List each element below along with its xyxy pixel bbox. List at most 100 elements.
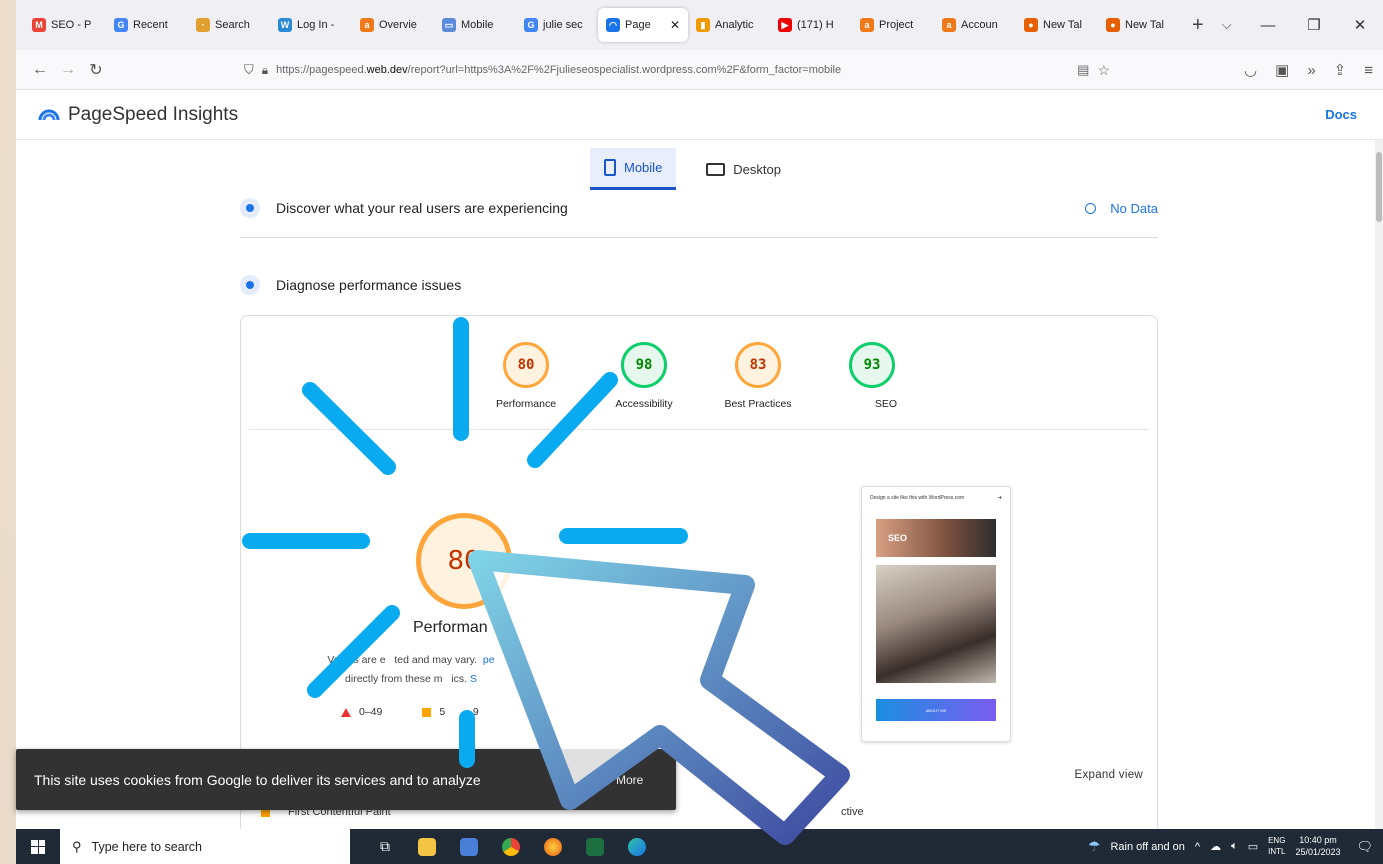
phone-hero-image: SEO xyxy=(876,519,996,557)
tab-label: Page xyxy=(625,19,651,31)
firefox-icon[interactable] xyxy=(532,829,574,864)
app-title: PageSpeed Insights xyxy=(68,103,239,125)
score-gauge-performance[interactable]: 80 Performance xyxy=(496,342,556,412)
close-window-icon[interactable]: ✕ xyxy=(1337,16,1383,34)
scrollbar-thumb[interactable] xyxy=(1376,152,1382,222)
cookie-text: This site uses cookies from Google to de… xyxy=(34,771,481,788)
tab-favicon-icon: ▶ xyxy=(778,18,792,32)
edge-icon[interactable] xyxy=(616,829,658,864)
forward-arrow-icon[interactable]: → xyxy=(54,61,82,79)
weather-text[interactable]: Rain off and on xyxy=(1110,841,1184,853)
tab-close-icon[interactable]: ✕ xyxy=(670,18,680,32)
url-text: https://pagespeed.web.dev/report?url=htt… xyxy=(276,64,842,76)
legend-fail: 0–49 xyxy=(341,706,382,718)
tray-chevron-icon[interactable]: ^ xyxy=(1195,841,1200,853)
reload-icon[interactable]: ↻ xyxy=(82,60,110,80)
score-label: Best Practices xyxy=(724,398,792,410)
score-gauge-seo[interactable]: 93 SEO xyxy=(847,342,897,412)
tab-favicon-icon: G xyxy=(524,18,538,32)
psi-header: PageSpeed Insights Docs xyxy=(16,90,1383,140)
tab-mobile[interactable]: Mobile xyxy=(590,148,677,190)
browser-tab[interactable]: ◠ Page ✕ xyxy=(598,8,688,42)
browser-tab[interactable]: ▶ (171) H xyxy=(770,8,852,42)
extension-icon[interactable]: ▣ xyxy=(1275,61,1289,79)
maximize-icon[interactable]: ❐ xyxy=(1291,16,1337,34)
clock[interactable]: 10:40 pm 25/01/2023 xyxy=(1295,835,1340,858)
expand-view-link[interactable]: Expand view xyxy=(1074,769,1143,781)
browser-tab[interactable]: M SEO - P xyxy=(24,8,106,42)
tab-favicon-icon: W xyxy=(278,18,292,32)
browser-tab[interactable]: ● New Tal xyxy=(1098,8,1180,42)
main-performance-gauge: 80 xyxy=(416,513,512,609)
reader-mode-icon[interactable]: ▤ xyxy=(1077,62,1089,78)
taskbar-search[interactable]: ⚲ Type here to search xyxy=(60,829,350,864)
tab-strip: M SEO - P G Recent · Search W Log In - a Overvie ▭… xyxy=(16,0,1383,50)
pocket-icon[interactable]: ◡ xyxy=(1244,61,1257,79)
cookie-more-link[interactable]: More xyxy=(616,773,643,787)
tab-favicon-icon: ◠ xyxy=(606,18,620,32)
excel-icon[interactable] xyxy=(574,829,616,864)
notifications-icon[interactable]: 🗨︎ xyxy=(1356,839,1373,855)
score-value: 83 xyxy=(735,342,781,388)
device-tabs: Mobile Desktop xyxy=(590,148,795,190)
score-label: Accessibility xyxy=(615,398,673,410)
browser-tab[interactable]: G Recent xyxy=(106,8,188,42)
tab-label: Project xyxy=(879,19,914,31)
browser-tab[interactable]: W Log In - xyxy=(270,8,352,42)
diagnose-section: Diagnose performance issues xyxy=(240,275,1158,295)
menu-icon[interactable]: ≡ xyxy=(1364,62,1373,79)
notes-app-icon[interactable] xyxy=(448,829,490,864)
docs-link[interactable]: Docs xyxy=(1325,107,1357,122)
tab-favicon-icon: ▭ xyxy=(442,18,456,32)
score-gauge-accessibility[interactable]: 98 Accessibility xyxy=(615,342,673,412)
monitor-icon xyxy=(706,162,726,176)
no-data-indicator[interactable]: No Data xyxy=(1085,201,1158,216)
score-value: 80 xyxy=(503,342,549,388)
profile-photo xyxy=(876,565,996,683)
minimize-icon[interactable]: — xyxy=(1245,17,1291,34)
scrollbar[interactable] xyxy=(1375,140,1383,830)
shield-icon: ⛉ xyxy=(244,62,254,77)
browser-tab[interactable]: · Search xyxy=(188,8,270,42)
taskbar-apps: ⧉ xyxy=(364,829,658,864)
tab-list-chevron-icon[interactable]: ⌵ xyxy=(1216,17,1238,33)
note-link[interactable]: pe xyxy=(483,654,495,666)
address-bar[interactable]: ⛉ 🔒︎ https://pagespeed.web.dev/report?ur… xyxy=(236,55,1116,85)
tab-favicon-icon: G xyxy=(114,18,128,32)
file-explorer-icon[interactable] xyxy=(406,829,448,864)
network-icon[interactable]: ▭ xyxy=(1248,840,1258,853)
system-tray: ☂ Rain off and on ^ ☁ 🔈︎ ▭ ENG INTL 10:40… xyxy=(1088,829,1383,864)
browser-tab[interactable]: a Overvie xyxy=(352,8,434,42)
tab-label: Mobile xyxy=(461,19,494,31)
lock-icon: 🔒︎ xyxy=(261,62,269,77)
browser-tab[interactable]: a Project xyxy=(852,8,934,42)
browser-tab[interactable]: ▮ Analytic xyxy=(688,8,770,42)
score-value: 98 xyxy=(621,342,667,388)
start-button[interactable] xyxy=(16,839,60,854)
tab-label: Search xyxy=(215,19,250,31)
browser-tab[interactable]: ● New Tal xyxy=(1016,8,1098,42)
section-divider xyxy=(240,237,1158,238)
users-icon xyxy=(240,198,260,218)
toolbar-right: ◡ ▣ » ⇪ ≡ xyxy=(1244,50,1373,90)
page-screenshot-thumbnail: Design a site like this with WordPress.c… xyxy=(861,486,1011,742)
language-indicator[interactable]: ENG INTL xyxy=(1268,836,1285,857)
score-gauge-best-practices[interactable]: 83 Best Practices xyxy=(724,342,792,412)
overflow-chevron-icon[interactable]: » xyxy=(1307,62,1315,79)
values-note: Values are e ted and may vary. pe direct… xyxy=(327,654,495,685)
browser-tab[interactable]: ▭ Mobile xyxy=(434,8,516,42)
metric-right-label: ctive xyxy=(841,806,864,818)
browser-tab[interactable]: Gjulie sec xyxy=(516,8,598,42)
back-arrow-icon[interactable]: ← xyxy=(26,61,54,79)
tab-mobile-label: Mobile xyxy=(624,160,663,175)
volume-icon[interactable]: 🔈︎ xyxy=(1231,840,1238,853)
cloud-icon[interactable]: ☁ xyxy=(1210,840,1221,853)
browser-tab[interactable]: a Accoun xyxy=(934,8,1016,42)
note-link-2[interactable]: S xyxy=(470,673,477,685)
share-icon[interactable]: ⇪ xyxy=(1334,61,1347,79)
chrome-icon[interactable] xyxy=(490,829,532,864)
task-view-icon[interactable]: ⧉ xyxy=(364,829,406,864)
bookmark-star-icon[interactable]: ☆ xyxy=(1097,62,1110,79)
tab-desktop[interactable]: Desktop xyxy=(692,148,795,190)
new-tab-button[interactable]: + xyxy=(1180,14,1216,37)
